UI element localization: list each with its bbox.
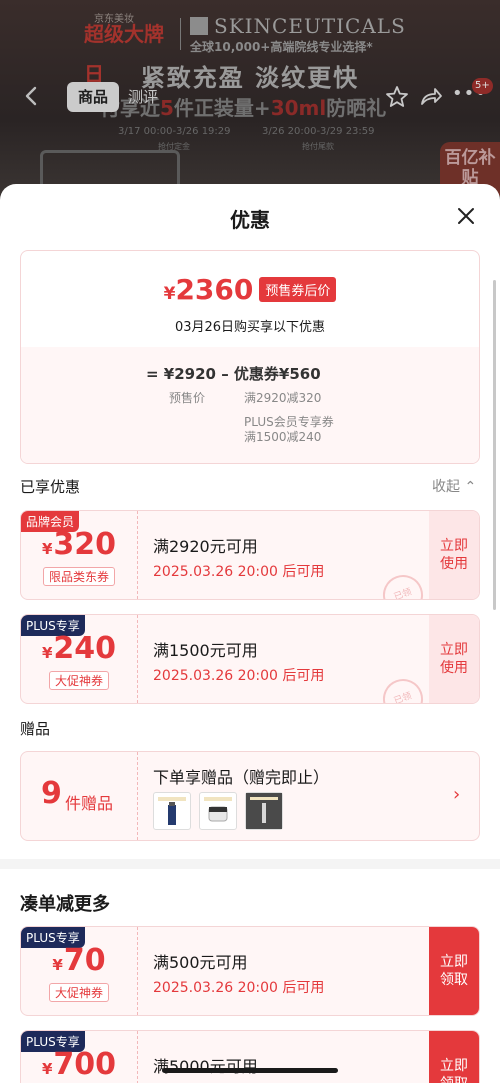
- gift-divider: [137, 752, 138, 840]
- coupon-amount-value: 240: [53, 631, 117, 666]
- coupon-card: PLUS专享 ¥240 大促神券 满1500元可用 2025.03.26 20:…: [20, 614, 480, 704]
- coupon-kind: 大促神券: [48, 983, 110, 1002]
- coupon-amount: ¥70: [21, 943, 137, 978]
- coupon-condition: 满5000元可用: [153, 1057, 258, 1076]
- coupon-card: PLUS专享 ¥700 满5000元可用 立即领取: [20, 1030, 480, 1083]
- coupon-divider: [137, 615, 138, 703]
- gift-count-unit: 件赠品: [65, 794, 114, 813]
- original-price-label: 预售价: [169, 391, 206, 405]
- event-logo: 京东美妆 超级大牌日: [84, 14, 174, 86]
- coupon-amount: ¥240: [21, 631, 137, 666]
- discount-sheet: 优惠 ¥2360 预售券后价 03月26日购买享以下优惠 = ¥2920 – 优…: [0, 184, 500, 1083]
- brand-logo: SKINCEUTICALS: [190, 14, 406, 38]
- message-count-badge: 5+: [472, 78, 493, 94]
- coupon-valid-time: 2025.03.26 20:00 后可用: [153, 564, 325, 580]
- coupon-kind: 大促神券: [48, 671, 110, 690]
- coupon-amount: ¥700: [21, 1047, 137, 1082]
- final-date-sub: 抢付尾款: [302, 142, 334, 151]
- coupon-currency: ¥: [41, 1060, 53, 1078]
- coupon-currency: ¥: [41, 540, 53, 558]
- currency-symbol: ¥: [163, 284, 176, 304]
- use-now-button[interactable]: 立即使用: [429, 615, 479, 703]
- gift-thumbnail[interactable]: [245, 792, 283, 830]
- deposit-date: 3/17 00:00-3/26 19:29 抢付定金: [118, 126, 231, 152]
- price-calc-line: = ¥2920 – 优惠券¥560: [146, 365, 321, 383]
- event-sub-label: 京东美妆: [94, 14, 134, 25]
- final-price: ¥2360: [164, 273, 254, 306]
- chevron-right-icon[interactable]: ›: [453, 784, 460, 805]
- coupon-divider: [137, 511, 138, 599]
- use-now-button[interactable]: 立即使用: [429, 511, 479, 599]
- coupon-condition: 满1500元可用: [153, 641, 258, 660]
- coupon-divider: [137, 927, 138, 1015]
- tab-goods[interactable]: 商品: [67, 82, 119, 112]
- coupon-valid-time: 2025.03.26 20:00 后可用: [153, 668, 325, 684]
- coupon-amount-value: 320: [53, 527, 117, 562]
- claimed-stamp: 已领: [377, 569, 429, 599]
- enjoyed-section-title: 已享优惠: [20, 478, 81, 496]
- share-icon[interactable]: [418, 84, 444, 110]
- claimed-stamp: 已领: [377, 673, 429, 703]
- price-breakdown: = ¥2920 – 优惠券¥560 预售价 满2920减320 PLUS会员专享…: [21, 347, 479, 463]
- collapse-button[interactable]: 收起 ⌃: [432, 476, 476, 496]
- coupon-currency: ¥: [41, 644, 53, 662]
- coupon-card: PLUS专享 ¥70 大促神券 满500元可用 2025.03.26 20:00…: [20, 926, 480, 1016]
- coupon-condition: 满500元可用: [153, 953, 248, 972]
- promo-mid: 件正装量+: [173, 96, 271, 120]
- scrollbar[interactable]: [493, 280, 496, 610]
- promo-number: 5: [160, 96, 174, 120]
- final-date-text: 3/26 20:00-3/29 23:59: [262, 126, 375, 137]
- gift-card[interactable]: 9 件赠品 下单享赠品（赠完即止） ›: [20, 751, 480, 841]
- final-payment-date: 3/26 20:00-3/29 23:59 抢付尾款: [262, 126, 375, 152]
- coupon-condition: 满2920元可用: [153, 537, 258, 556]
- coupon-amount: ¥320: [21, 527, 137, 562]
- more-discount-section-title: 凑单减更多: [20, 894, 110, 915]
- home-indicator[interactable]: [162, 1068, 338, 1073]
- gift-count: 9: [41, 776, 62, 811]
- claim-now-button[interactable]: 立即领取: [429, 1031, 479, 1083]
- promo-ml: 30ml: [270, 96, 327, 120]
- coupon-breakdown-2: 满1500减240: [244, 430, 322, 444]
- coupon-kind: 限品类东券: [42, 567, 116, 586]
- price-summary-card: ¥2360 预售券后价 03月26日购买享以下优惠 = ¥2920 – 优惠券¥…: [20, 250, 480, 464]
- coupon-breakdown-1: 满2920减320: [244, 391, 322, 405]
- coupon-card: 品牌会员 ¥320 限品类东券 满2920元可用 2025.03.26 20:0…: [20, 510, 480, 600]
- purchase-date-note: 03月26日购买享以下优惠: [174, 320, 326, 335]
- coupon-valid-time: 2025.03.26 20:00 后可用: [153, 980, 325, 996]
- logo-divider: [180, 18, 181, 50]
- gift-thumbnail[interactable]: [153, 792, 191, 830]
- coupon-divider: [137, 1031, 138, 1083]
- gift-title: 下单享赠品（赠完即止）: [153, 768, 330, 787]
- favorite-star-icon[interactable]: [384, 84, 410, 110]
- close-icon[interactable]: [452, 202, 480, 230]
- gift-thumbnail[interactable]: [199, 792, 237, 830]
- back-arrow-icon[interactable]: [20, 82, 44, 110]
- promo-suffix: 防晒礼: [326, 96, 387, 120]
- coupon-amount-value: 70: [63, 943, 106, 978]
- presale-tag: 预售券后价: [259, 277, 337, 302]
- coupon-amount-value: 700: [53, 1047, 117, 1082]
- tab-review[interactable]: 测评: [128, 86, 158, 108]
- sheet-title: 优惠: [230, 208, 270, 232]
- section-gap: [0, 859, 500, 869]
- claim-now-button[interactable]: 立即领取: [429, 927, 479, 1015]
- final-price-value: 2360: [175, 273, 254, 306]
- deposit-date-text: 3/17 00:00-3/26 19:29: [118, 126, 231, 137]
- brand-slogan: 全球10,000+高端院线专业选择*: [190, 40, 373, 54]
- gift-section-title: 赠品: [20, 720, 51, 738]
- coupon-currency: ¥: [52, 956, 63, 974]
